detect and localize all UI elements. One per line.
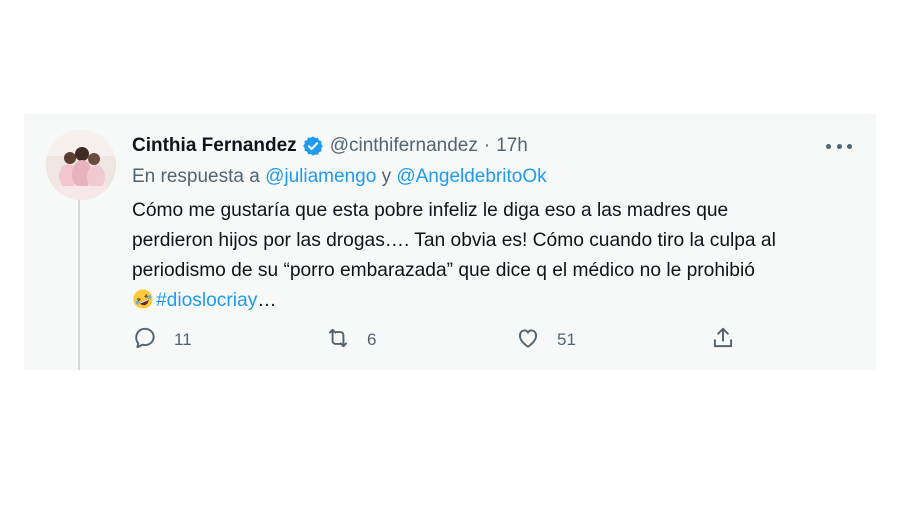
more-icon[interactable] — [826, 138, 852, 154]
retweet-button[interactable]: 6 — [325, 326, 376, 354]
laughing-emoji-icon — [132, 288, 154, 310]
retweet-count: 6 — [367, 330, 377, 349]
ellipsis: … — [257, 290, 277, 311]
retweet-icon — [325, 325, 351, 356]
tweet-text-line-last: #dioslocriay… — [132, 286, 852, 316]
verified-badge-icon — [302, 135, 324, 157]
separator-dot: · — [483, 135, 491, 156]
reply-and: y — [381, 166, 392, 187]
hashtag-link[interactable]: #dioslocriay — [156, 290, 257, 311]
mention-link[interactable]: @juliamengo — [265, 166, 376, 187]
thread-line — [78, 198, 80, 370]
reply-button[interactable]: 11 — [132, 326, 192, 354]
avatar[interactable] — [46, 130, 116, 200]
like-count: 51 — [557, 330, 576, 349]
like-button[interactable]: 51 — [515, 326, 576, 354]
tweet-actions: 11 6 51 — [132, 326, 852, 354]
share-icon — [710, 325, 736, 356]
tweet-text: Cómo me gustaría que esta pobre infeliz … — [132, 196, 852, 316]
tweet-text-line: Cómo me gustaría que esta pobre infeliz … — [132, 200, 729, 221]
timestamp[interactable]: 17h — [496, 135, 528, 157]
reply-count: 11 — [174, 330, 192, 349]
tweet-text-line: periodismo de su “porro embarazada” que … — [132, 260, 755, 281]
reply-icon — [132, 325, 158, 356]
author-handle[interactable]: @cinthifernandez — [330, 135, 478, 157]
like-icon — [515, 325, 541, 356]
mention-link[interactable]: @AngeldebritoOk — [396, 166, 546, 187]
reply-prefix: En respuesta a — [132, 166, 260, 187]
reply-context: En respuesta a @juliamengo y @Angeldebri… — [132, 166, 547, 188]
share-button[interactable] — [710, 326, 736, 354]
author-name[interactable]: Cinthia Fernandez — [132, 135, 297, 157]
tweet-text-line: perdieron hijos por las drogas…. Tan obv… — [132, 230, 776, 251]
tweet-header: Cinthia Fernandez @cinthifernandez · 17h — [132, 133, 528, 159]
